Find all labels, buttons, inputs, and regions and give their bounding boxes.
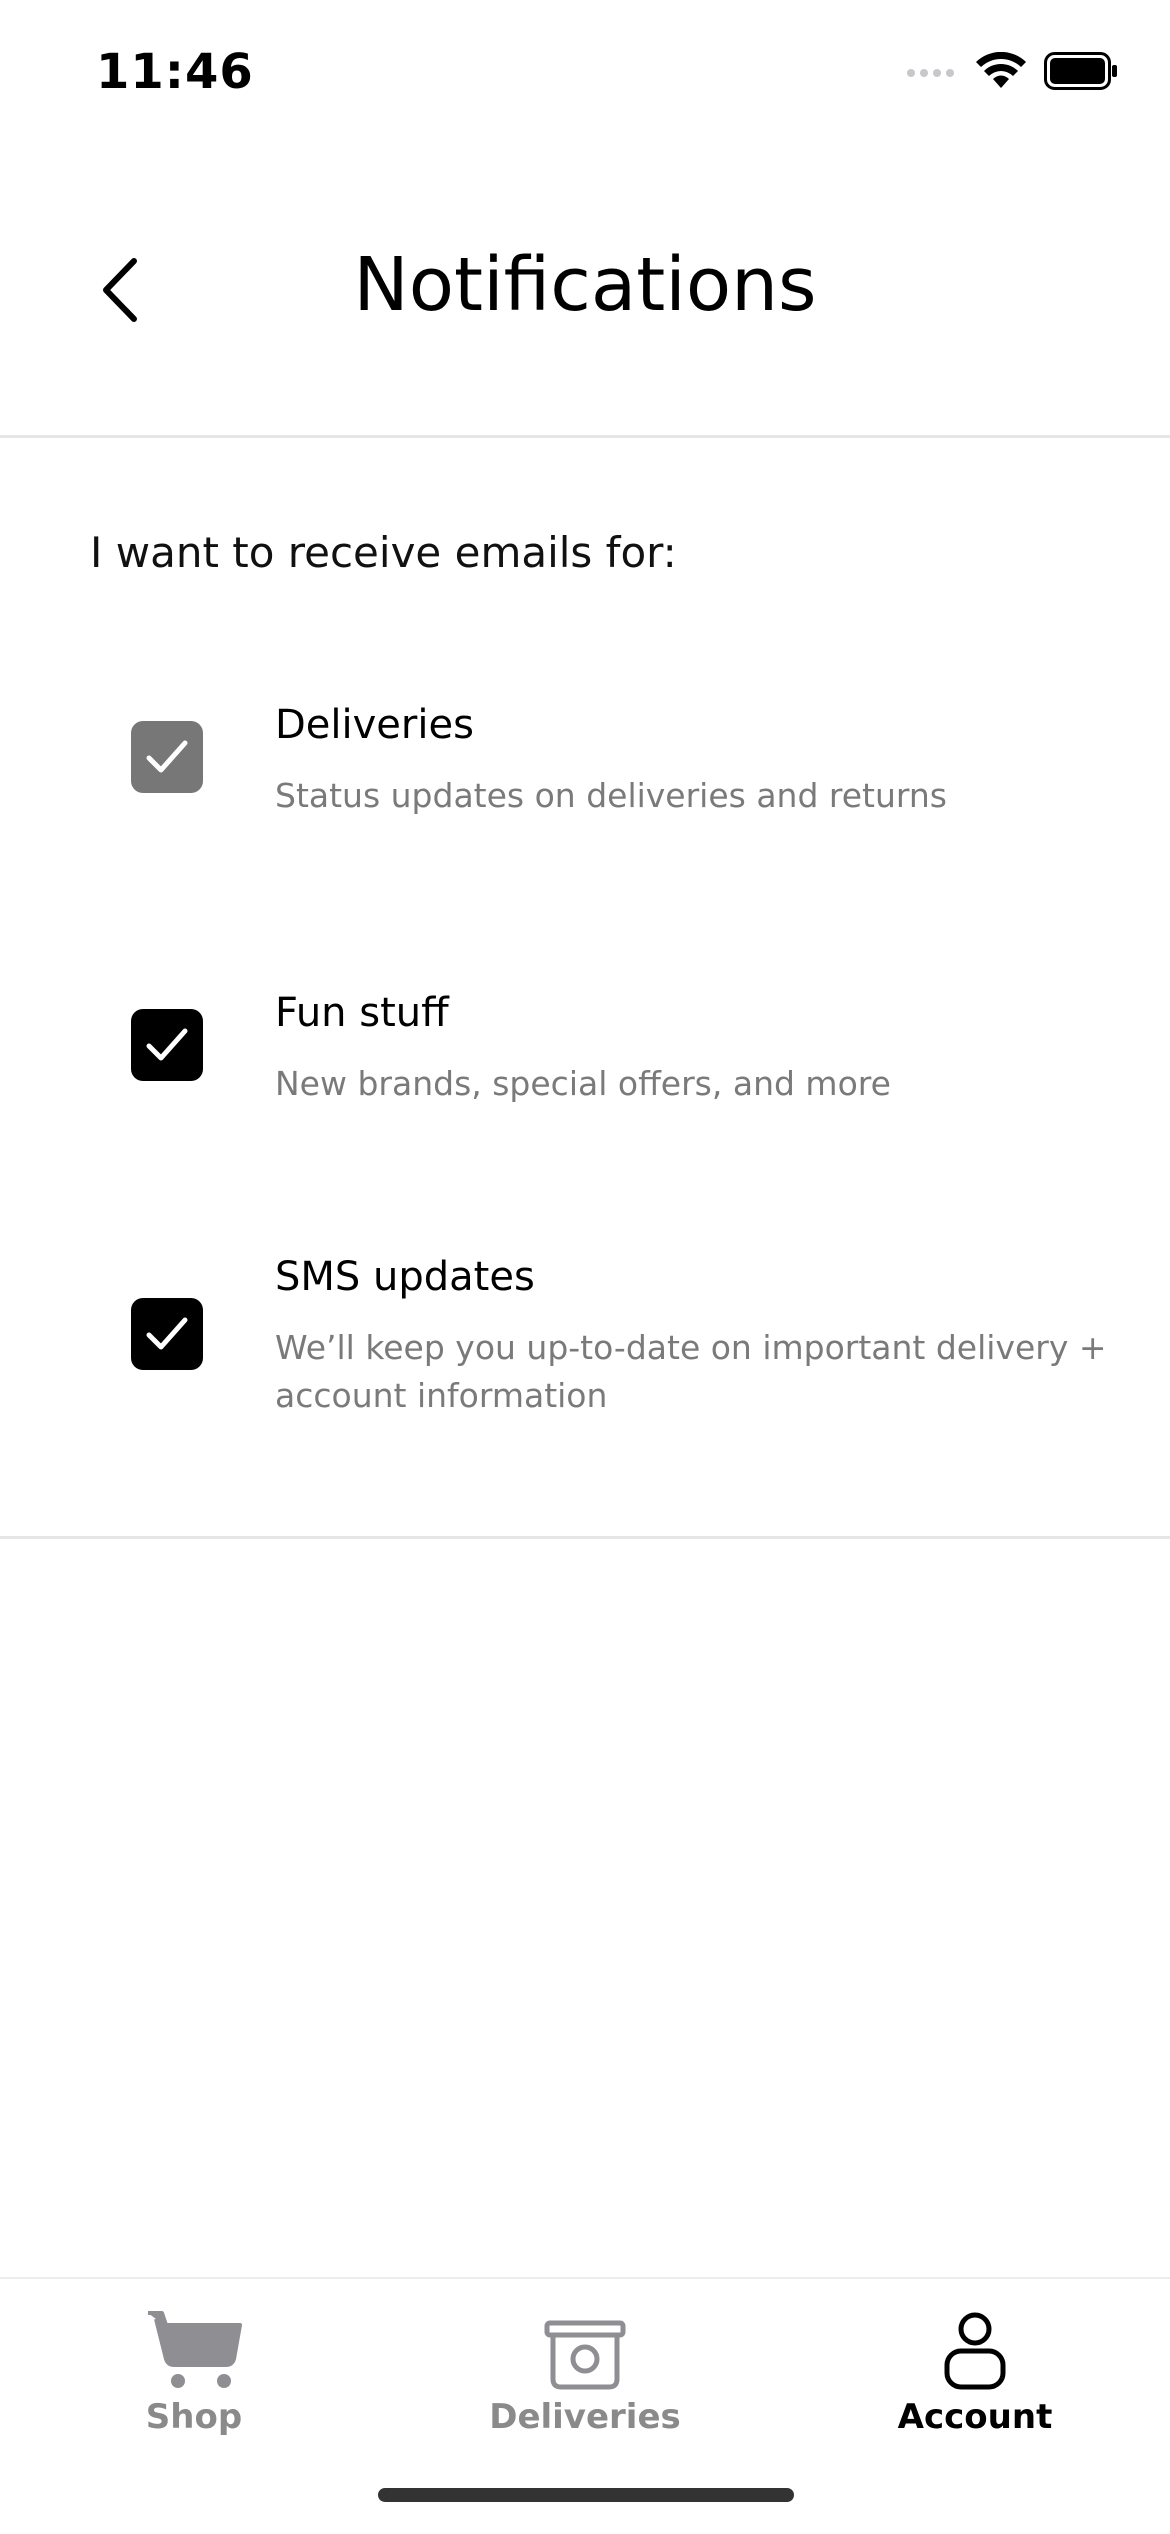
option-title: Fun stuff bbox=[275, 990, 449, 1036]
wifi-icon bbox=[976, 51, 1026, 94]
battery-icon bbox=[1044, 52, 1118, 94]
tab-label: Shop bbox=[145, 2397, 243, 2437]
tab-shop[interactable]: Shop bbox=[44, 2299, 344, 2437]
person-icon bbox=[825, 2299, 1125, 2391]
tab-label: Account bbox=[897, 2397, 1053, 2437]
option-description: Status updates on deliveries and returns bbox=[275, 776, 948, 815]
option-title: SMS updates bbox=[275, 1254, 535, 1300]
home-indicator bbox=[378, 2488, 794, 2502]
tab-label: Deliveries bbox=[489, 2397, 681, 2437]
option-description: New brands, special offers, and more bbox=[275, 1064, 891, 1103]
sms-updates-checkbox[interactable] bbox=[131, 1298, 203, 1370]
option-description: We’ll keep you up-to-date on important d… bbox=[275, 1328, 1107, 1415]
option-title: Deliveries bbox=[275, 702, 474, 748]
section-divider bbox=[0, 1536, 1170, 1539]
page-title: Notifications bbox=[353, 242, 817, 328]
checkmark-icon bbox=[146, 1317, 188, 1350]
checkmark-icon bbox=[146, 740, 188, 773]
tab-account[interactable]: Account bbox=[825, 2299, 1125, 2437]
cart-icon bbox=[44, 2299, 344, 2391]
tab-deliveries[interactable]: Deliveries bbox=[435, 2299, 735, 2437]
status-time: 11:46 bbox=[96, 44, 254, 100]
fun-stuff-checkbox[interactable] bbox=[131, 1009, 203, 1081]
checkmark-icon bbox=[146, 1028, 188, 1061]
status-icons bbox=[907, 51, 1118, 94]
nav-header: Notifications bbox=[0, 200, 1170, 438]
signal-dots-icon bbox=[907, 69, 954, 77]
status-bar: 11:46 bbox=[0, 0, 1170, 140]
box-icon bbox=[435, 2299, 735, 2391]
deliveries-checkbox[interactable] bbox=[131, 721, 203, 793]
section-intro: I want to receive emails for: bbox=[90, 528, 677, 577]
